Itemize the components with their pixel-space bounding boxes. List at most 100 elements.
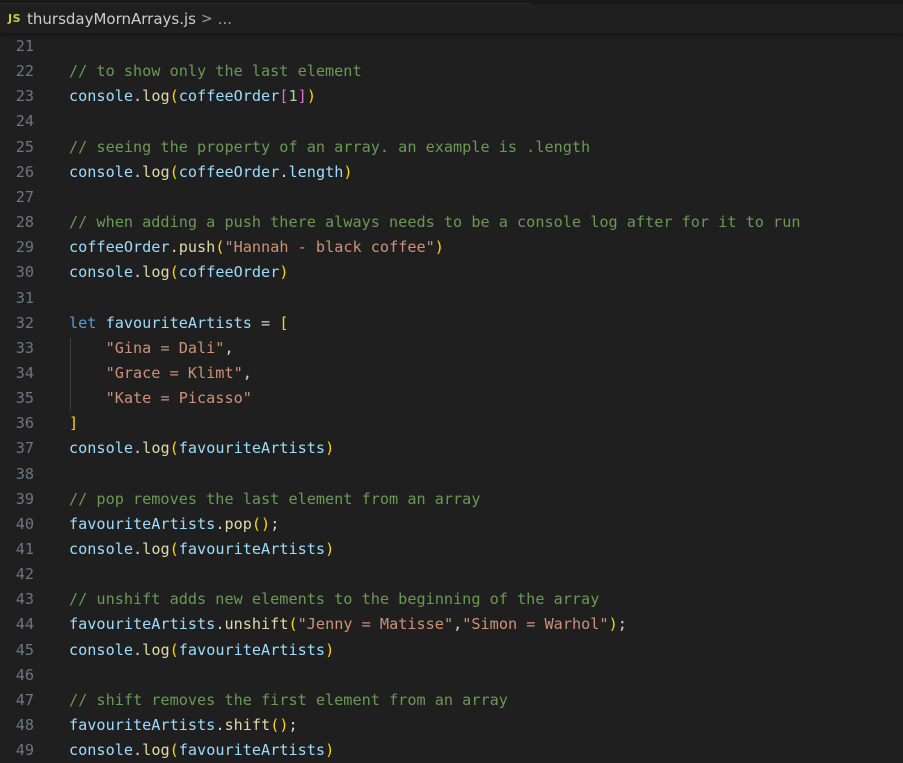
code-line[interactable]: 47 // shift removes the first element fro… — [0, 688, 903, 713]
token-fn: log — [142, 263, 170, 282]
token-b1: ( — [169, 741, 179, 760]
token-var: favouriteArtists — [69, 716, 216, 735]
code-line[interactable]: 24 — [0, 109, 903, 134]
code-line[interactable]: 45 console.log(favouriteArtists) — [0, 638, 903, 663]
breadcrumb-file-name[interactable]: thursdayMornArrays.js — [27, 10, 196, 28]
code-line[interactable]: 49 console.log(favouriteArtists) — [0, 738, 903, 763]
token-punc: . — [133, 439, 143, 458]
token-var: coffeeOrder — [69, 238, 170, 257]
token-b1: ( — [169, 640, 179, 659]
code-text: console.log(coffeeOrder.length) — [69, 160, 353, 185]
code-line[interactable]: 39 // pop removes the last element from a… — [0, 487, 903, 512]
code-text: let favouriteArtists = [ — [69, 311, 289, 336]
code-line[interactable]: 34 "Grace = Klimt", — [0, 361, 903, 386]
token-b1: () — [251, 514, 271, 533]
code-text: favouriteArtists.pop(); — [69, 512, 279, 537]
token-var: coffeeOrder — [178, 162, 280, 181]
token-var: favouriteArtists — [69, 514, 216, 533]
code-line[interactable]: 36] — [0, 411, 903, 436]
breadcrumb: JS thursdayMornArrays.js > ... — [0, 4, 903, 34]
code-line[interactable]: 33 "Gina = Dali", — [0, 336, 903, 361]
token-var: console — [69, 439, 134, 458]
line-number: 28 — [15, 213, 34, 232]
token-var: coffeeOrder — [178, 263, 280, 282]
code-line[interactable]: 48 favouriteArtists.shift(); — [0, 713, 903, 738]
token-b1: ] — [69, 414, 79, 433]
code-line[interactable]: 43 // unshift adds new elements to the be… — [0, 587, 903, 612]
line-number: 39 — [15, 489, 34, 508]
token-comment: // to show only the last element — [69, 62, 362, 81]
token-punc: ; — [617, 615, 627, 634]
code-line[interactable]: 44 favouriteArtists.unshift("Jenny = Mati… — [0, 612, 903, 637]
token-fn: log — [142, 439, 170, 458]
token-punc: . — [279, 162, 289, 181]
token-b1: ( — [169, 263, 179, 282]
code-line[interactable]: 22 // to show only the last element — [0, 59, 903, 84]
code-line[interactable]: 21 — [0, 34, 903, 59]
code-text: "Kate = Picasso" — [69, 386, 252, 411]
code-line[interactable]: 40 favouriteArtists.pop(); — [0, 512, 903, 537]
code-text: "Gina = Dali", — [69, 336, 234, 361]
token-fn: unshift — [224, 615, 289, 634]
line-number: 21 — [15, 37, 34, 55]
code-text: coffeeOrder.push("Hannah - black coffee"… — [69, 235, 444, 260]
line-number: 32 — [15, 313, 34, 332]
code-line[interactable]: 23 console.log(coffeeOrder[1]) — [0, 84, 903, 109]
token-b1: ( — [288, 615, 298, 634]
code-line[interactable]: 29 coffeeOrder.push("Hannah - black coffe… — [0, 235, 903, 260]
token-comment: // seeing the property of an array. an e… — [69, 137, 591, 156]
code-line[interactable]: 37 console.log(favouriteArtists) — [0, 436, 903, 461]
code-line[interactable]: 28 // when adding a push there always nee… — [0, 210, 903, 235]
code-line[interactable]: 32 let favouriteArtists = [ — [0, 311, 903, 336]
code-line[interactable]: 27 — [0, 185, 903, 210]
code-line[interactable]: 30 console.log(coffeeOrder) — [0, 260, 903, 285]
token-punc: , — [224, 338, 234, 357]
token-num: 1 — [288, 87, 298, 106]
line-number: 26 — [15, 162, 34, 181]
code-text: // shift removes the first element from … — [69, 688, 508, 713]
code-text: favouriteArtists.unshift("Jenny = Matiss… — [69, 612, 627, 637]
code-text: "Grace = Klimt", — [69, 361, 252, 386]
code-line[interactable]: 26 console.log(coffeeOrder.length) — [0, 160, 903, 185]
token-b1: ( — [169, 540, 179, 558]
code-text: console.log(favouriteArtists) — [69, 738, 334, 763]
token-b1: [ — [279, 313, 289, 332]
token-var: console — [69, 640, 134, 659]
line-number: 30 — [15, 263, 34, 282]
line-number: 34 — [15, 363, 34, 382]
token-var: length — [288, 162, 344, 181]
token-fn: push — [178, 238, 216, 257]
code-text: // seeing the property of an array. an e… — [69, 135, 590, 160]
token-b1: ) — [325, 741, 335, 760]
token-var: favouriteArtists — [178, 439, 326, 458]
token-punc: . — [133, 640, 143, 659]
code-editor[interactable]: 21 22 // to show only the last element 23 co… — [0, 34, 903, 763]
code-text: console.log(favouriteArtists) — [69, 436, 334, 461]
line-number: 38 — [15, 464, 34, 483]
code-line[interactable]: 38 — [0, 462, 903, 487]
code-line[interactable]: 25 // seeing the property of an array. an… — [0, 135, 903, 160]
token-punc: ; — [288, 716, 298, 735]
breadcrumb-symbol-more[interactable]: ... — [218, 10, 232, 28]
token-str: "Gina = Dali" — [105, 338, 225, 357]
code-line[interactable]: 42 — [0, 562, 903, 587]
code-text: console.log(favouriteArtists) — [69, 638, 334, 663]
token-var: console — [69, 540, 134, 558]
line-number: 24 — [15, 112, 34, 131]
code-line[interactable]: 35 "Kate = Picasso" — [0, 386, 903, 411]
line-number: 45 — [15, 640, 34, 659]
token-punc: . — [133, 162, 143, 181]
token-b2: [ — [279, 87, 289, 106]
token-var: console — [69, 87, 134, 106]
token-fn: log — [142, 741, 170, 760]
code-line[interactable]: 31 — [0, 286, 903, 311]
line-number: 48 — [15, 716, 34, 735]
token-b1: ) — [434, 238, 444, 257]
code-line[interactable]: 41 console.log(favouriteArtists) — [0, 537, 903, 562]
token-b1: ) — [608, 615, 618, 634]
line-number: 40 — [15, 514, 34, 533]
code-line[interactable]: 46 — [0, 663, 903, 688]
token-str: "Hannah - black coffee" — [224, 238, 435, 257]
code-text: // pop removes the last element from an … — [69, 487, 480, 512]
token-punc: . — [133, 263, 143, 282]
